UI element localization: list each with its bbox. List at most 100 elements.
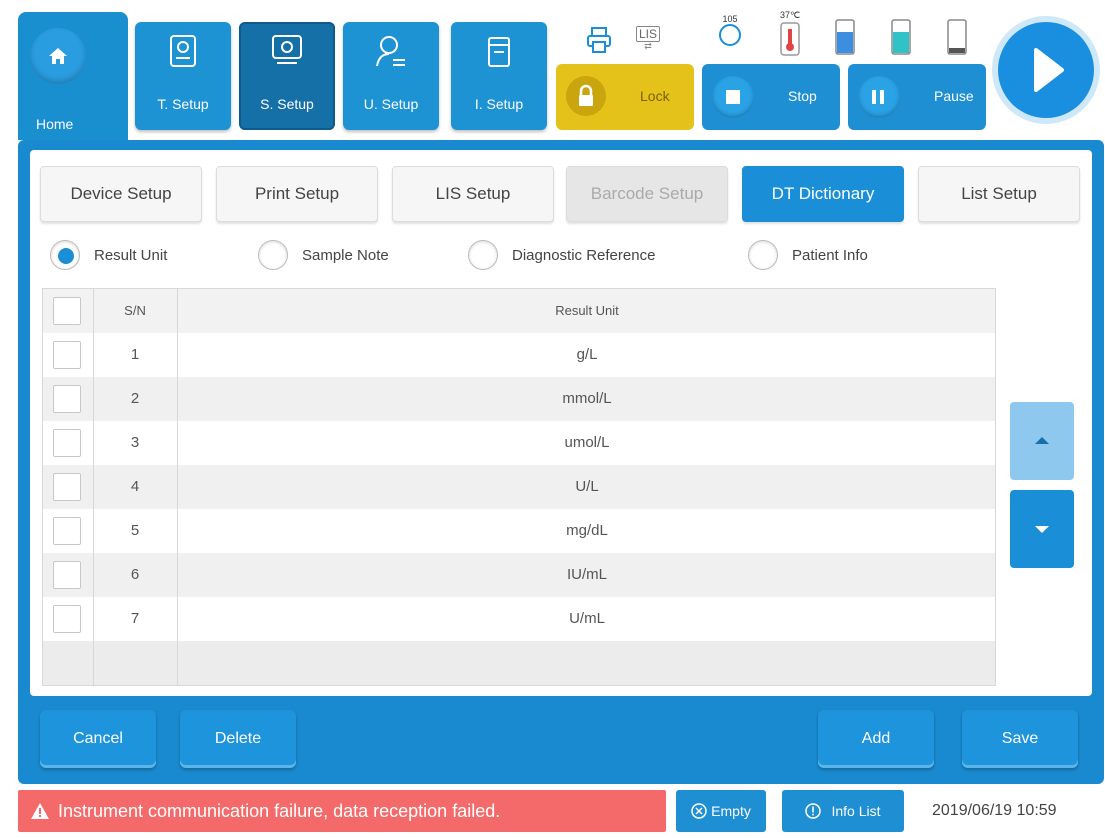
row-checkbox[interactable] (53, 429, 81, 457)
radio-dot (748, 240, 778, 270)
row-checkbox[interactable] (53, 517, 81, 545)
counter-value: 105 (722, 14, 738, 24)
temperature-value: 37℃ (779, 10, 801, 20)
row-sn: 4 (130, 478, 140, 495)
radio-label: Sample Note (302, 246, 389, 264)
nav-t-setup-label: T. Setup (157, 96, 209, 112)
reagent-bottle-icon (835, 19, 855, 55)
status-bar: Instrument communication failure, data r… (0, 784, 1105, 838)
table-row[interactable]: 6 IU/mL (43, 553, 995, 597)
home-icon (30, 28, 86, 84)
counter-indicator: 105 (712, 14, 748, 46)
row-checkbox[interactable] (53, 341, 81, 369)
pause-icon (858, 76, 900, 118)
nav-s-setup-button[interactable]: S. Setup (239, 22, 335, 130)
tab-dt-dictionary[interactable]: DT Dictionary (742, 166, 904, 222)
empty-button[interactable]: Empty (676, 790, 766, 832)
row-checkbox[interactable] (53, 561, 81, 589)
row-checkbox[interactable] (53, 473, 81, 501)
radio-diagnostic-reference[interactable]: Diagnostic Reference (468, 238, 655, 272)
radio-label: Diagnostic Reference (512, 246, 656, 264)
table-row[interactable]: 5 mg/dL (43, 509, 995, 553)
stop-label: Stop (788, 88, 817, 104)
arrow-down-icon (1035, 526, 1049, 533)
row-sn: 2 (130, 390, 140, 407)
row-sn: 3 (130, 434, 140, 451)
row-sn: 5 (130, 522, 140, 539)
table-row[interactable]: 2 mmol/L (43, 377, 995, 421)
tab-lis-setup[interactable]: LIS Setup (392, 166, 554, 222)
radio-sample-note[interactable]: Sample Note (258, 238, 389, 272)
row-checkbox[interactable] (53, 385, 81, 413)
tab-list-setup[interactable]: List Setup (918, 166, 1080, 222)
nav-t-setup-button[interactable]: T. Setup (135, 22, 231, 130)
stop-button[interactable]: Stop (702, 64, 840, 130)
column-divider (177, 289, 178, 685)
save-button[interactable]: Save (962, 710, 1078, 768)
top-toolbar: Home T. Setup S. Setup U. Setup I. Setup… (0, 0, 1105, 140)
table-row[interactable]: 4 U/L (43, 465, 995, 509)
start-button[interactable] (992, 10, 1100, 134)
nav-i-setup-button[interactable]: I. Setup (451, 22, 547, 130)
pause-button[interactable]: Pause (848, 64, 986, 130)
radio-label: Patient Info (792, 246, 868, 264)
printer-icon (587, 27, 611, 53)
lis-connection-icon: LIS ⇄ (630, 26, 666, 56)
column-header-result-unit: Result Unit (555, 303, 619, 318)
empty-label: Empty (711, 803, 751, 819)
result-unit-table: S/N Result Unit 1 g/L 2 mmol/L 3 umol/L … (42, 288, 996, 686)
system-setup-icon (272, 35, 302, 64)
tab-print-setup[interactable]: Print Setup (216, 166, 378, 222)
select-all-checkbox[interactable] (53, 297, 81, 325)
temperature-indicator: 37℃ (770, 10, 810, 59)
settings-panel: Device Setup Print Setup LIS Setup Barco… (30, 150, 1092, 696)
row-unit: U/mL (569, 610, 605, 627)
lock-icon (566, 76, 606, 116)
instrument-setup-icon (488, 37, 510, 67)
info-list-button[interactable]: Info List (782, 790, 904, 832)
waste-bottle-icon (947, 19, 967, 55)
row-unit: g/L (576, 346, 598, 363)
tab-barcode-setup[interactable]: Barcode Setup (566, 166, 728, 222)
row-unit: umol/L (564, 434, 610, 451)
nav-u-setup-button[interactable]: U. Setup (343, 22, 439, 130)
row-sn: 1 (130, 346, 140, 363)
nav-u-setup-label: U. Setup (363, 96, 419, 112)
radio-dot (258, 240, 288, 270)
table-row[interactable]: 3 umol/L (43, 421, 995, 465)
info-icon (805, 803, 822, 819)
nav-s-setup-label: S. Setup (260, 96, 314, 112)
home-button[interactable]: Home (18, 12, 128, 140)
scroll-up-button[interactable] (1010, 402, 1074, 480)
row-unit: U/L (575, 478, 599, 495)
column-header-sn: S/N (124, 303, 146, 318)
user-setup-icon (376, 36, 405, 67)
table-row[interactable]: 7 U/mL (43, 597, 995, 641)
radio-patient-info[interactable]: Patient Info (748, 238, 868, 272)
play-icon (998, 22, 1094, 118)
alarm-message[interactable]: Instrument communication failure, data r… (18, 790, 666, 832)
row-unit: IU/mL (566, 566, 607, 583)
tab-device-setup[interactable]: Device Setup (40, 166, 202, 222)
row-sn: 6 (130, 566, 140, 583)
table-row[interactable]: 1 g/L (43, 333, 995, 377)
alarm-text: Instrument communication failure, data r… (58, 800, 501, 821)
home-label: Home (36, 116, 74, 132)
cancel-button[interactable]: Cancel (40, 710, 156, 768)
clear-icon (691, 803, 707, 819)
warning-icon (31, 803, 49, 819)
radio-result-unit[interactable]: Result Unit (50, 238, 167, 272)
row-checkbox[interactable] (53, 605, 81, 633)
pause-label: Pause (934, 88, 974, 104)
delete-button[interactable]: Delete (180, 710, 296, 768)
counter-icon (719, 24, 741, 46)
nav-i-setup-label: I. Setup (474, 96, 524, 112)
main-area: Device Setup Print Setup LIS Setup Barco… (18, 140, 1104, 784)
scroll-down-button[interactable] (1010, 490, 1074, 568)
table-header-row: S/N Result Unit (43, 289, 995, 333)
thermometer-icon (780, 22, 800, 56)
lock-button[interactable]: Lock (556, 64, 694, 130)
stop-icon (712, 76, 754, 118)
add-button[interactable]: Add (818, 710, 934, 768)
system-datetime: 2019/06/19 10:59 (932, 802, 1057, 819)
